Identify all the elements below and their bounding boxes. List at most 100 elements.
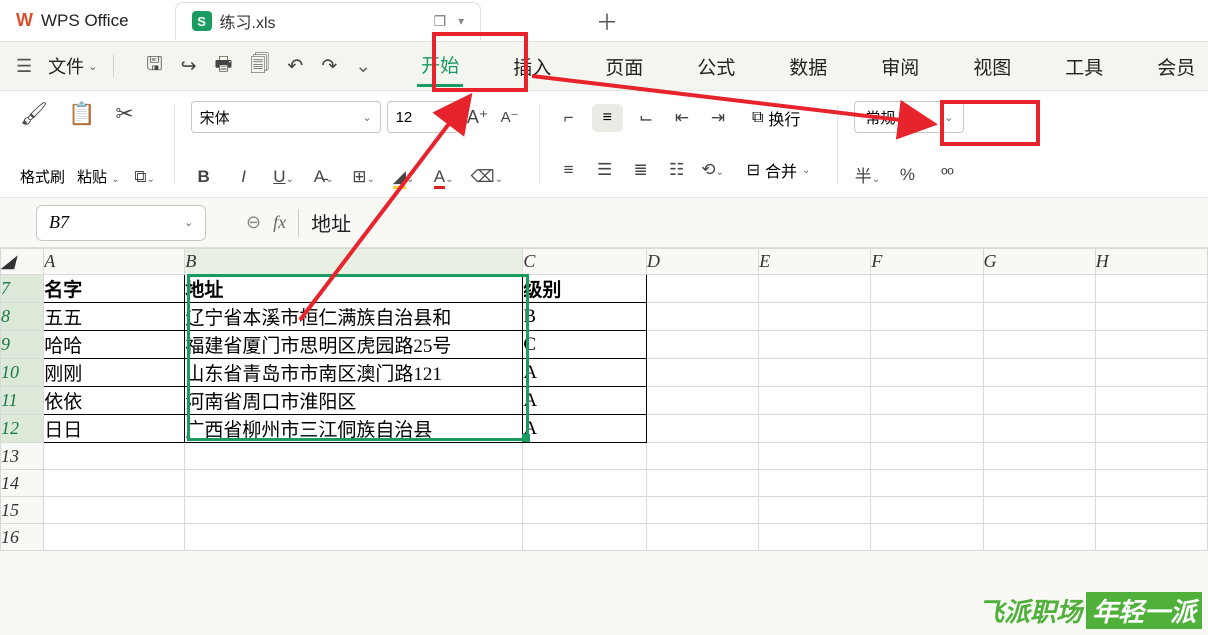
font-name-select[interactable]: 宋体 ⌄ bbox=[191, 101, 381, 133]
col-header-G[interactable]: G bbox=[983, 249, 1095, 275]
col-header-E[interactable]: E bbox=[759, 249, 871, 275]
tab-view[interactable]: 视图 bbox=[969, 47, 1015, 86]
row-header-12[interactable]: 12 bbox=[1, 415, 44, 443]
cell-E16[interactable] bbox=[759, 524, 871, 551]
cell-D9[interactable] bbox=[646, 331, 758, 359]
cell-A11[interactable]: 依依 bbox=[44, 387, 185, 415]
cell-G14[interactable] bbox=[983, 470, 1095, 497]
cell-G15[interactable] bbox=[983, 497, 1095, 524]
cell-B10[interactable]: 山东省青岛市市南区澳门路121 bbox=[185, 359, 523, 387]
row-header-16[interactable]: 16 bbox=[1, 524, 44, 551]
row-header-8[interactable]: 8 bbox=[1, 303, 44, 331]
cell-A10[interactable]: 刚刚 bbox=[44, 359, 185, 387]
row-header-7[interactable]: 7 bbox=[1, 275, 44, 303]
cell-D12[interactable] bbox=[646, 415, 758, 443]
cell-G12[interactable] bbox=[983, 415, 1095, 443]
tab-page[interactable]: 页面 bbox=[601, 47, 647, 86]
wrap-text-button[interactable]: ⧉ 换行 bbox=[741, 101, 811, 135]
share-icon[interactable]: ↪ bbox=[181, 55, 197, 78]
cell-F11[interactable] bbox=[871, 387, 983, 415]
cell-B11[interactable]: 河南省周口市淮阳区 bbox=[185, 387, 523, 415]
undo-icon[interactable]: ↶ bbox=[287, 55, 303, 78]
cell-A9[interactable]: 哈哈 bbox=[44, 331, 185, 359]
cell-F10[interactable] bbox=[871, 359, 983, 387]
cell-E8[interactable] bbox=[759, 303, 871, 331]
cell-D15[interactable] bbox=[646, 497, 758, 524]
format-painter-button[interactable]: 🖌 bbox=[20, 101, 48, 127]
window-restore-icon[interactable]: ❐ bbox=[434, 13, 447, 30]
cell-A12[interactable]: 日日 bbox=[44, 415, 185, 443]
align-center-icon[interactable]: ☰ bbox=[592, 160, 618, 180]
cell-A7[interactable]: 名字 bbox=[44, 275, 185, 303]
font-size-select[interactable]: 12 ⌄ bbox=[387, 101, 459, 133]
cell-C7[interactable]: 级别 bbox=[523, 275, 647, 303]
hamburger-icon[interactable]: ☰ bbox=[16, 56, 32, 77]
cell-E13[interactable] bbox=[759, 443, 871, 470]
cell-G11[interactable] bbox=[983, 387, 1095, 415]
cell-H10[interactable] bbox=[1095, 359, 1207, 387]
cell-E15[interactable] bbox=[759, 497, 871, 524]
cell-G13[interactable] bbox=[983, 443, 1095, 470]
cell-G9[interactable] bbox=[983, 331, 1095, 359]
font-color-icon[interactable]: A⌄ bbox=[431, 167, 457, 187]
currency-icon[interactable]: 半⌄ bbox=[854, 162, 880, 187]
cell-C14[interactable] bbox=[523, 470, 647, 497]
number-format-select[interactable]: 常规 ⌄ bbox=[854, 101, 964, 133]
cancel-icon[interactable]: ⊖ bbox=[246, 212, 261, 233]
cell-H15[interactable] bbox=[1095, 497, 1207, 524]
cell-C11[interactable]: A bbox=[523, 387, 647, 415]
cell-C12[interactable]: A bbox=[523, 415, 647, 443]
cell-B13[interactable] bbox=[185, 443, 523, 470]
cell-C13[interactable] bbox=[523, 443, 647, 470]
cell-C8[interactable]: B bbox=[523, 303, 647, 331]
cell-F7[interactable] bbox=[871, 275, 983, 303]
select-all-corner[interactable]: ◢ bbox=[1, 249, 44, 275]
print-preview-icon[interactable]: 🗐 bbox=[250, 50, 269, 82]
valign-middle-button[interactable]: ≡ bbox=[592, 104, 623, 132]
cell-F15[interactable] bbox=[871, 497, 983, 524]
clear-formatting-icon[interactable]: ⌫⌄ bbox=[471, 167, 497, 187]
cell-H13[interactable] bbox=[1095, 443, 1207, 470]
copy-icon[interactable]: ⧉⌄ bbox=[132, 167, 158, 187]
row-header-13[interactable]: 13 bbox=[1, 443, 44, 470]
increase-indent-icon[interactable]: ⇥ bbox=[705, 108, 731, 128]
cell-B9[interactable]: 福建省厦门市思明区虎园路25号 bbox=[185, 331, 523, 359]
cell-A15[interactable] bbox=[44, 497, 185, 524]
cell-F13[interactable] bbox=[871, 443, 983, 470]
cell-A8[interactable]: 五五 bbox=[44, 303, 185, 331]
file-menu[interactable]: 文件 ⌄ bbox=[48, 53, 97, 79]
cell-D10[interactable] bbox=[646, 359, 758, 387]
cell-H8[interactable] bbox=[1095, 303, 1207, 331]
cell-C15[interactable] bbox=[523, 497, 647, 524]
cell-H9[interactable] bbox=[1095, 331, 1207, 359]
cell-C9[interactable]: C bbox=[523, 331, 647, 359]
tab-review[interactable]: 审阅 bbox=[877, 47, 923, 86]
formula-input[interactable]: 地址 bbox=[311, 208, 351, 237]
cell-E10[interactable] bbox=[759, 359, 871, 387]
cell-B14[interactable] bbox=[185, 470, 523, 497]
tab-tools[interactable]: 工具 bbox=[1061, 47, 1107, 86]
bold-icon[interactable]: B bbox=[191, 167, 217, 187]
fx-label[interactable]: fx bbox=[273, 212, 286, 233]
tab-member[interactable]: 会员 bbox=[1153, 47, 1199, 86]
increase-font-icon[interactable]: A⁺ bbox=[465, 107, 491, 128]
orientation-icon[interactable]: ⟲⌄ bbox=[700, 160, 726, 180]
col-header-B[interactable]: B bbox=[185, 249, 523, 275]
print-icon[interactable]: 🖶 bbox=[214, 50, 232, 82]
tab-insert[interactable]: 插入 bbox=[509, 47, 555, 86]
cell-D14[interactable] bbox=[646, 470, 758, 497]
cell-G7[interactable] bbox=[983, 275, 1095, 303]
cell-D13[interactable] bbox=[646, 443, 758, 470]
justify-icon[interactable]: ☷ bbox=[664, 160, 690, 180]
cell-H11[interactable] bbox=[1095, 387, 1207, 415]
cell-D8[interactable] bbox=[646, 303, 758, 331]
cell-D16[interactable] bbox=[646, 524, 758, 551]
tab-dropdown-icon[interactable]: ▾ bbox=[458, 14, 464, 28]
cell-F8[interactable] bbox=[871, 303, 983, 331]
new-tab-button[interactable]: ＋ bbox=[596, 5, 618, 37]
cell-C10[interactable]: A bbox=[523, 359, 647, 387]
cut-button[interactable]: ✂ bbox=[115, 101, 133, 127]
cell-B12[interactable]: 广西省柳州市三江侗族自治县 bbox=[185, 415, 523, 443]
percent-icon[interactable]: % bbox=[894, 165, 920, 185]
cell-A13[interactable] bbox=[44, 443, 185, 470]
